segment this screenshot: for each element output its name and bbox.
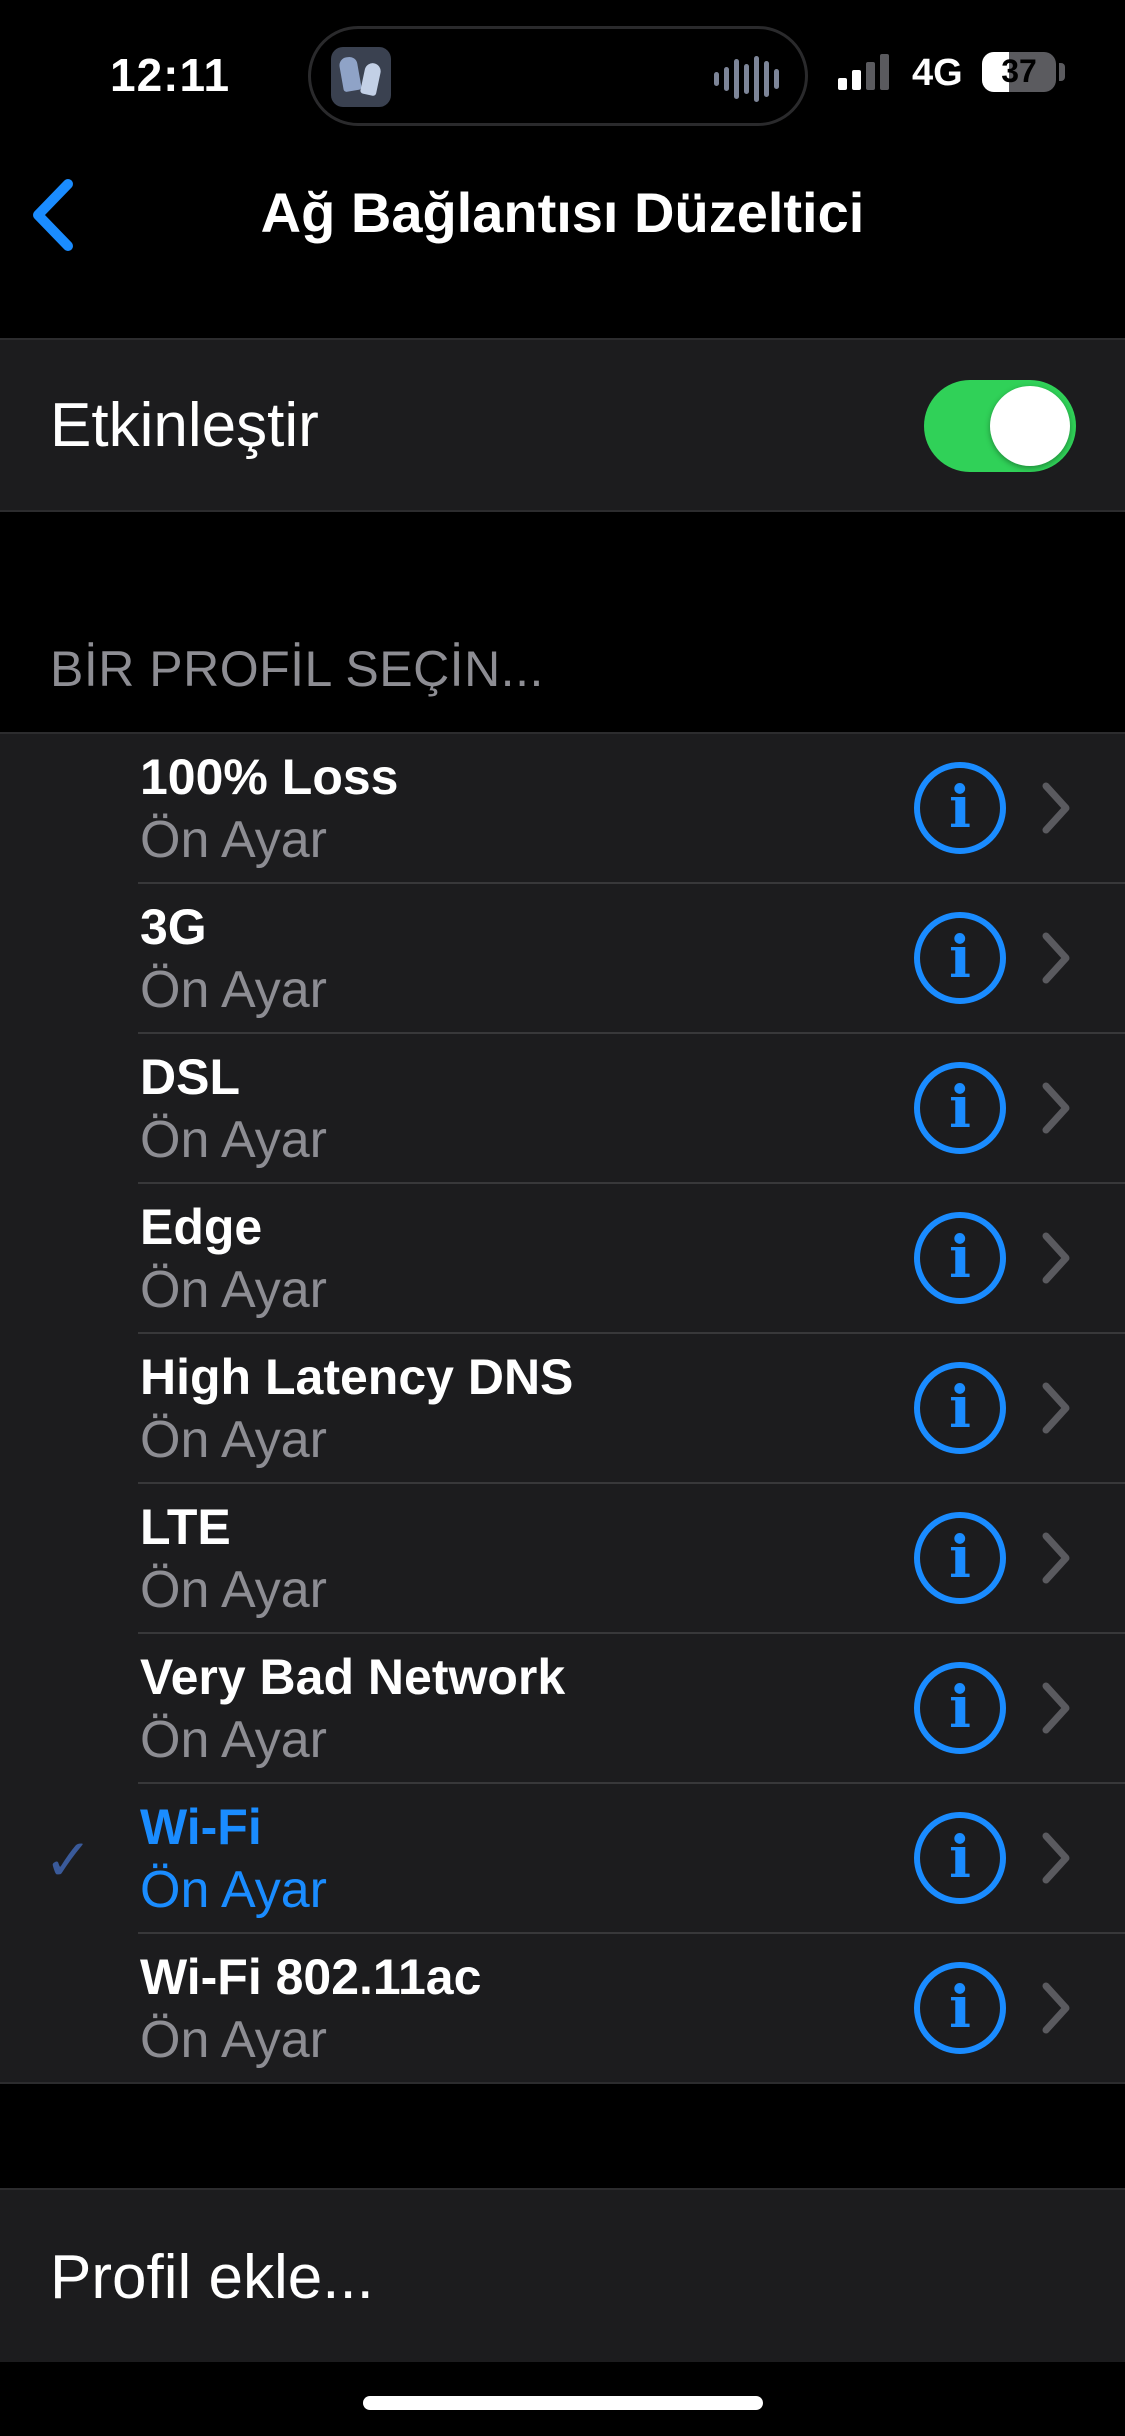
network-type: 4G (912, 52, 963, 94)
profile-name: 3G (140, 899, 207, 955)
add-profile-button[interactable]: Profil ekle... (0, 2188, 1125, 2362)
profile-subtitle: Ön Ayar (140, 961, 327, 1019)
profiles-section-header: BİR PROFİL SEÇİN... (50, 641, 544, 697)
info-icon[interactable]: i (914, 1962, 1006, 2054)
chevron-right-icon (1042, 1532, 1070, 1584)
profile-subtitle: Ön Ayar (140, 1561, 327, 1619)
profile-name: 100% Loss (140, 749, 399, 805)
home-indicator[interactable] (363, 2396, 763, 2410)
profile-row[interactable]: 3G Ön Ayar i (0, 884, 1125, 1034)
battery-icon: 37 (982, 52, 1056, 92)
chevron-right-icon (1042, 932, 1070, 984)
signal-bar (838, 78, 847, 90)
status-time: 12:11 (110, 49, 231, 101)
add-profile-label: Profil ekle... (50, 2243, 374, 2312)
profile-subtitle: Ön Ayar (140, 2011, 327, 2069)
profile-subtitle: Ön Ayar (140, 1711, 327, 1769)
profile-subtitle: Ön Ayar (140, 1861, 327, 1919)
chevron-right-icon (1042, 1682, 1070, 1734)
profile-subtitle: Ön Ayar (140, 1261, 327, 1319)
profile-name: Wi-Fi (140, 1799, 262, 1855)
profile-name: DSL (140, 1049, 240, 1105)
info-icon[interactable]: i (914, 1812, 1006, 1904)
chevron-right-icon (1042, 1232, 1070, 1284)
signal-bar (880, 54, 889, 90)
profile-row[interactable]: ✓ Wi-Fi Ön Ayar i (0, 1784, 1125, 1934)
info-icon[interactable]: i (914, 1212, 1006, 1304)
profile-subtitle: Ön Ayar (140, 1111, 327, 1169)
toggle-knob (990, 386, 1070, 466)
chevron-right-icon (1042, 1082, 1070, 1134)
battery-cap (1059, 63, 1065, 81)
chevron-right-icon (1042, 782, 1070, 834)
profile-row[interactable]: High Latency DNS Ön Ayar i (0, 1334, 1125, 1484)
enable-label: Etkinleştir (50, 391, 319, 460)
info-icon[interactable]: i (914, 1362, 1006, 1454)
profile-row[interactable]: 100% Loss Ön Ayar i (0, 734, 1125, 884)
info-icon[interactable]: i (914, 1662, 1006, 1754)
battery-percent: 37 (1001, 53, 1037, 89)
profile-name: LTE (140, 1499, 231, 1555)
profile-row[interactable]: Edge Ön Ayar i (0, 1184, 1125, 1334)
profile-name: Edge (140, 1199, 263, 1255)
profile-row[interactable]: Very Bad Network Ön Ayar i (0, 1634, 1125, 1784)
info-icon[interactable]: i (914, 762, 1006, 854)
info-icon[interactable]: i (914, 1062, 1006, 1154)
info-icon[interactable]: i (914, 912, 1006, 1004)
dynamic-island[interactable] (308, 26, 808, 126)
audio-waveform-icon (714, 55, 779, 103)
profile-list: 100% Loss Ön Ayar i 3G Ön Ayar i DSL Ön Ayar i Ed… (0, 732, 1125, 2084)
profile-name: Wi-Fi 802.11ac (140, 1949, 482, 2005)
profile-subtitle: Ön Ayar (140, 1411, 327, 1469)
cellular-signal-icon (838, 54, 889, 90)
chevron-right-icon (1042, 1982, 1070, 2034)
enable-toggle[interactable] (924, 380, 1076, 472)
profile-row[interactable]: DSL Ön Ayar i (0, 1034, 1125, 1184)
screen: 12:11 4G 37 Ağ Bağlantısı Düzeltici Etki… (0, 0, 1125, 2436)
now-playing-artwork (331, 47, 391, 107)
signal-bar (852, 70, 861, 90)
chevron-right-icon (1042, 1382, 1070, 1434)
profile-name: Very Bad Network (140, 1649, 566, 1705)
enable-section: Etkinleştir (0, 338, 1125, 512)
chevron-right-icon (1042, 1832, 1070, 1884)
profile-subtitle: Ön Ayar (140, 811, 327, 869)
profile-name: High Latency DNS (140, 1349, 574, 1405)
status-bar: 12:11 4G 37 (0, 0, 1125, 150)
profile-row[interactable]: LTE Ön Ayar i (0, 1484, 1125, 1634)
page-title: Ağ Bağlantısı Düzeltici (260, 181, 865, 244)
checkmark-icon: ✓ (44, 1828, 93, 1893)
signal-bar (866, 62, 875, 90)
info-icon[interactable]: i (914, 1512, 1006, 1604)
profile-row[interactable]: Wi-Fi 802.11ac Ön Ayar i (0, 1934, 1125, 2084)
